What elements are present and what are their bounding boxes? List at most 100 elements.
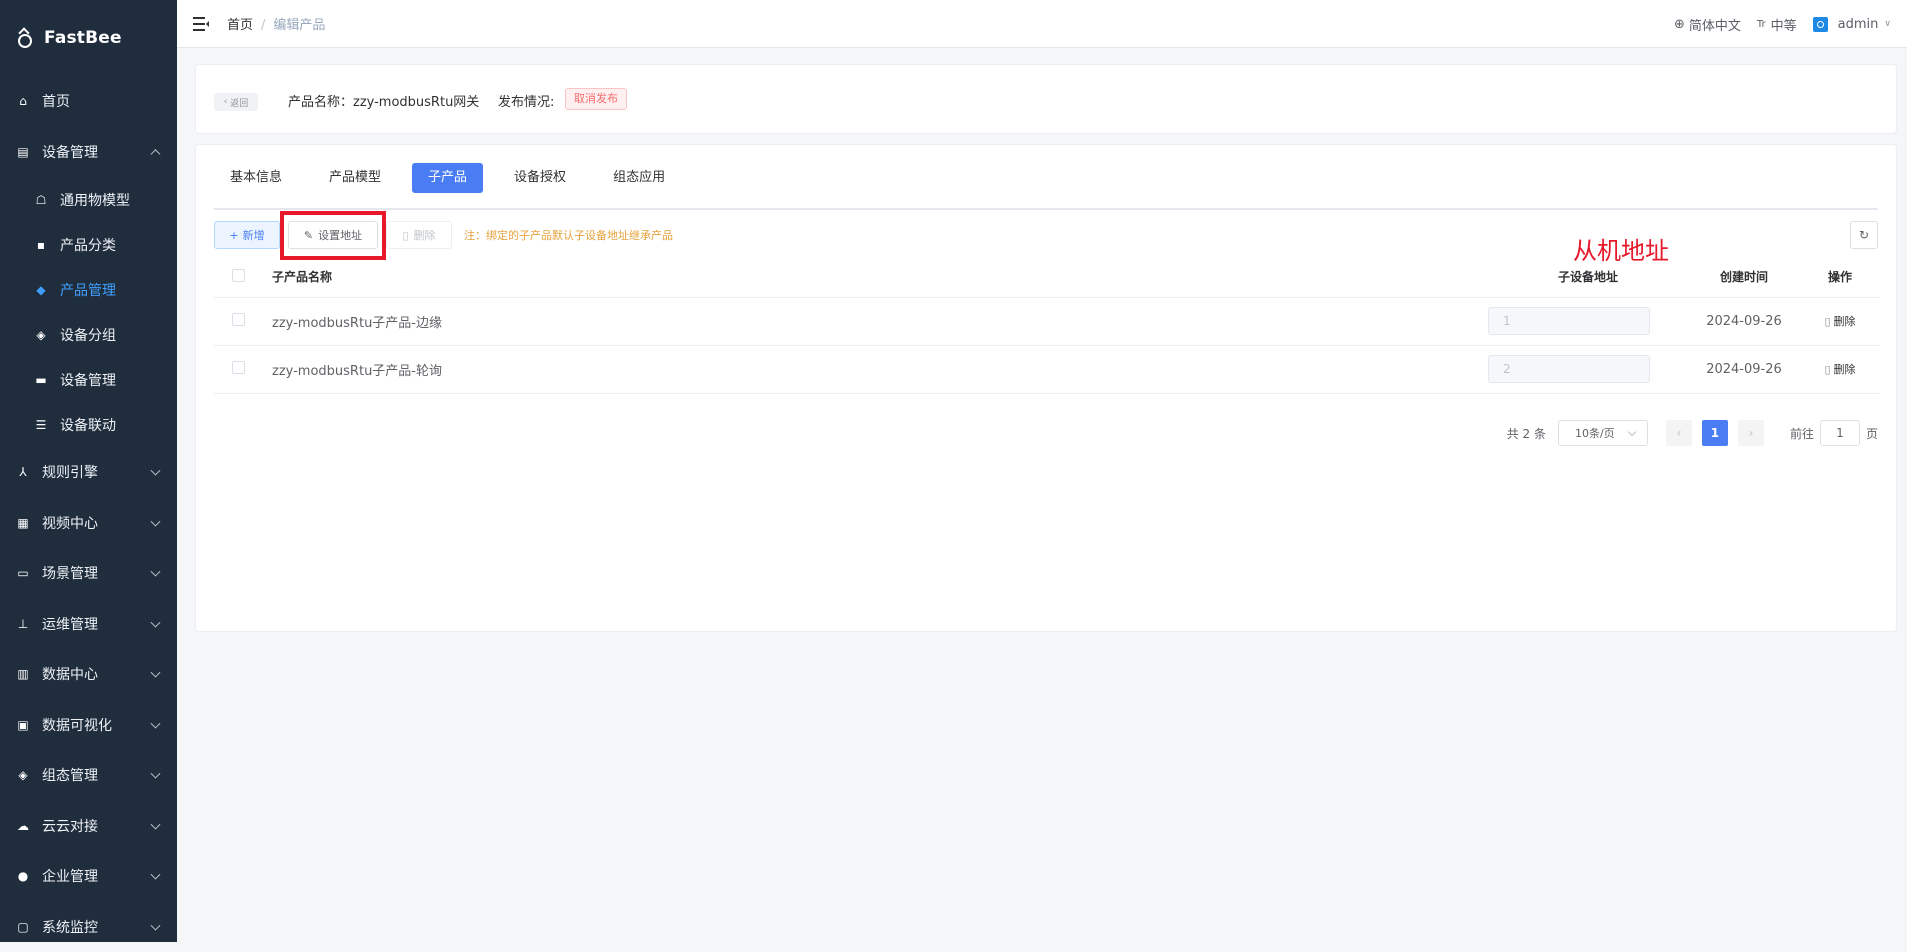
back-button[interactable]: ‹返回 — [214, 93, 258, 111]
row-checkbox[interactable] — [232, 313, 245, 326]
device-submenu: ☖通用物模型 ▪产品分类 ◆产品管理 ◈设备分组 ▬设备管理 ☰设备联动 — [0, 177, 177, 447]
refresh-icon: ↻ — [1859, 228, 1869, 242]
refresh-button[interactable]: ↻ — [1850, 221, 1878, 249]
sidebar-item-label: 规则引擎 — [42, 462, 98, 482]
goto-page-input[interactable]: 1 — [1820, 420, 1860, 446]
scene-icon: ▭ — [16, 566, 30, 580]
sidebar-item-label: 设备管理 — [42, 142, 98, 162]
sidebar-item-label: 数据中心 — [42, 664, 98, 684]
sidebar-item-product-management[interactable]: ◆产品管理 — [0, 267, 177, 312]
breadcrumb-current: 编辑产品 — [273, 18, 325, 33]
logo[interactable]: FastBee — [0, 0, 177, 76]
config-icon: ◈ — [16, 768, 30, 782]
enterprise-icon: ● — [16, 869, 30, 883]
sidebar-item-data-visualization[interactable]: ▣数据可视化 — [0, 700, 177, 751]
chevron-down-icon: ∨ — [1884, 19, 1891, 29]
sidebar-item-device-group[interactable]: ◈设备分组 — [0, 312, 177, 357]
delete-label: 删除 — [414, 227, 436, 243]
goto-label: 前往 — [1790, 425, 1814, 442]
header-name: 子产品名称 — [272, 257, 1488, 297]
trash-icon: ▯ — [1824, 315, 1830, 328]
chevron-down-icon — [151, 466, 161, 476]
row-select-cell — [214, 297, 272, 345]
address-cell: 2 — [1488, 345, 1688, 393]
page-size-select[interactable]: 10条/页 — [1558, 420, 1648, 446]
model-icon: ☖ — [34, 193, 48, 207]
language-switch[interactable]: ⊕简体中文 — [1674, 15, 1741, 34]
header-action: 操作 — [1800, 257, 1880, 297]
slave-address-input[interactable]: 1 — [1488, 307, 1650, 335]
sidebar-item-video-center[interactable]: ▦视频中心 — [0, 498, 177, 549]
highlight-box — [280, 211, 386, 260]
tab-config-app[interactable]: 组态应用 — [597, 163, 681, 193]
sidebar-item-generic-model[interactable]: ☖通用物模型 — [0, 177, 177, 222]
sidebar-item-product-category[interactable]: ▪产品分类 — [0, 222, 177, 267]
tab-device-auth[interactable]: 设备授权 — [498, 163, 582, 193]
sub-product-table: 子产品名称 子设备地址 创建时间 操作 zzy-modbusRtu子产品-边缘 … — [214, 257, 1880, 394]
action-cell: ▯ 删除 — [1800, 297, 1880, 345]
username: admin — [1838, 17, 1879, 32]
back-label: 返回 — [230, 96, 248, 109]
sidebar-item-home[interactable]: ⌂首页 — [0, 76, 177, 127]
product-info-card: ‹返回 产品名称：zzy-modbusRtu网关 发布情况: 取消发布 — [195, 64, 1897, 134]
slave-address-input[interactable]: 2 — [1488, 355, 1650, 383]
category-icon: ▪ — [34, 238, 48, 252]
trash-icon: ▯ — [1824, 363, 1830, 376]
sidebar-item-cloud-docking[interactable]: ☁云云对接 — [0, 801, 177, 852]
sidebar-item-label: 首页 — [42, 91, 70, 111]
tab-divider — [214, 208, 1878, 210]
page-number-button[interactable]: 1 — [1702, 420, 1728, 446]
group-icon: ◈ — [34, 328, 48, 342]
chevron-down-icon — [151, 617, 161, 627]
sidebar-item-label: 设备管理 — [60, 370, 116, 390]
row-delete-button[interactable]: ▯ 删除 — [1824, 315, 1855, 328]
sidebar-item-device-linkage[interactable]: ☰设备联动 — [0, 402, 177, 447]
add-button[interactable]: +新增 — [214, 221, 280, 249]
sidebar-item-device-list[interactable]: ▬设备管理 — [0, 357, 177, 402]
row-checkbox[interactable] — [232, 361, 245, 374]
address-cell: 1 — [1488, 297, 1688, 345]
select-all-cell — [214, 257, 272, 297]
cancel-publish-button[interactable]: 取消发布 — [565, 88, 627, 110]
tab-product-model[interactable]: 产品模型 — [313, 163, 397, 193]
sidebar-item-label: 系统监控 — [42, 917, 98, 937]
prev-page-button[interactable]: ‹ — [1666, 420, 1692, 446]
sub-product-name: zzy-modbusRtu子产品-轮询 — [272, 345, 1488, 393]
next-page-button[interactable]: › — [1738, 420, 1764, 446]
sidebar-item-enterprise-management[interactable]: ●企业管理 — [0, 851, 177, 902]
user-menu[interactable]: admin ∨ — [1813, 17, 1891, 32]
chevron-down-icon — [151, 769, 161, 779]
header-right: ⊕简体中文 Tr 中等 admin ∨ — [1658, 0, 1891, 48]
trash-icon: ▯ — [402, 229, 408, 242]
main-card: 基本信息 产品模型 子产品 设备授权 组态应用 +新增 ✎设置地址 ▯删除 注：… — [195, 144, 1897, 632]
font-size-icon: Tr — [1757, 19, 1766, 30]
fastbee-logo-icon — [14, 28, 34, 48]
chevron-down-icon — [151, 718, 161, 728]
sidebar-item-ops-management[interactable]: ⊥运维管理 — [0, 599, 177, 650]
font-size-switch[interactable]: Tr 中等 — [1757, 15, 1797, 34]
language-label: 简体中文 — [1689, 15, 1741, 34]
sidebar-item-config-management[interactable]: ◈组态管理 — [0, 750, 177, 801]
row-delete-button[interactable]: ▯删除 — [1824, 363, 1855, 376]
row-delete-label: 删除 — [1834, 315, 1856, 328]
rule-icon: ⅄ — [16, 465, 30, 479]
sidebar-item-rule-engine[interactable]: ⅄ 规则引擎 — [0, 447, 177, 498]
app-name: FastBee — [44, 28, 122, 48]
select-all-checkbox[interactable] — [232, 269, 245, 282]
breadcrumb-home[interactable]: 首页 — [227, 18, 253, 33]
tab-basic-info[interactable]: 基本信息 — [214, 163, 298, 193]
hamburger-icon[interactable] — [193, 17, 209, 31]
sidebar-item-label: 视频中心 — [42, 513, 98, 533]
tab-sub-product[interactable]: 子产品 — [412, 163, 483, 193]
chevron-down-icon — [151, 567, 161, 577]
sidebar-item-scene-management[interactable]: ▭场景管理 — [0, 548, 177, 599]
chevron-left-icon: ‹ — [1677, 426, 1682, 440]
sidebar-item-device-management[interactable]: ▤ 设备管理 — [0, 127, 177, 178]
created-date: 2024-09-26 — [1688, 345, 1800, 393]
delete-button[interactable]: ▯ 删除 — [386, 221, 452, 249]
font-size-label: 中等 — [1771, 15, 1797, 34]
sidebar-item-system-monitor[interactable]: ▢系统监控 — [0, 902, 177, 952]
device-icon: ▤ — [16, 145, 30, 159]
chevron-right-icon: › — [1749, 426, 1754, 440]
sidebar-item-data-center[interactable]: ▥数据中心 — [0, 649, 177, 700]
